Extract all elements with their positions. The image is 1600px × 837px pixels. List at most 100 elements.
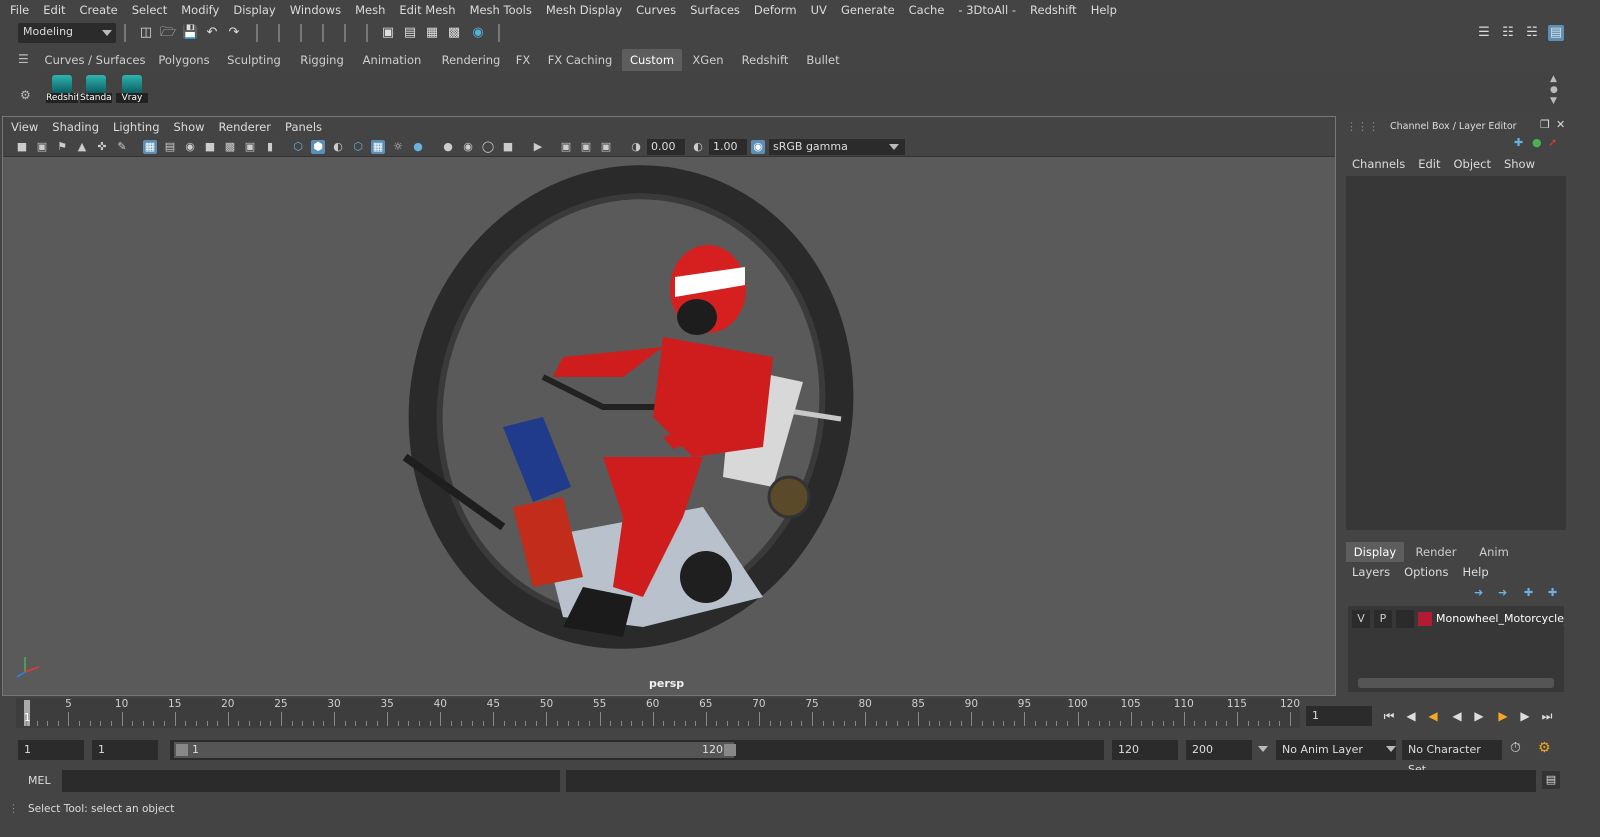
time-slider[interactable]: 1 5 10 15 20 25 30 35 40 45 50 55 60 65 70 75 80 85 90 95 1… <box>16 698 1300 728</box>
depth-of-field-icon[interactable]: ■ <box>501 140 515 154</box>
layer-tab-anim[interactable]: Anim <box>1468 542 1520 562</box>
layer-color-swatch[interactable] <box>1418 612 1432 626</box>
shelf-tab-polygons[interactable]: Polygons <box>152 49 216 71</box>
default-lighting-icon[interactable]: ◐ <box>331 140 345 154</box>
menu-deform[interactable]: Deform <box>754 3 797 17</box>
gamma-icon[interactable]: ◐ <box>691 140 705 154</box>
move-layer-down-icon[interactable]: ➜ <box>1498 586 1507 599</box>
go-to-start-icon[interactable]: ⏮ <box>1380 708 1398 724</box>
axis-toggle-icon[interactable]: ✚ <box>1514 136 1523 149</box>
field-chart-icon[interactable]: ▩ <box>223 140 237 154</box>
bookmark-icon[interactable]: ⚑ <box>55 140 69 154</box>
attribute-editor-icon[interactable]: ☷ <box>1500 25 1516 41</box>
create-layer-from-selection-icon[interactable]: ✚ <box>1548 586 1557 599</box>
shelf-tab-custom[interactable]: Custom <box>622 49 682 71</box>
menu-curves[interactable]: Curves <box>636 3 676 17</box>
exposure-field[interactable]: 0.00 <box>647 139 685 155</box>
menu-file[interactable]: File <box>10 3 29 17</box>
start-time-field[interactable]: 1 <box>18 740 84 760</box>
panel-menu-show[interactable]: Show <box>174 120 205 134</box>
shelf-button-standard[interactable]: Standar <box>80 75 112 107</box>
color-space-select[interactable]: sRGB gamma <box>769 139 905 155</box>
range-slider-bar[interactable] <box>174 742 734 758</box>
step-forward-key-icon[interactable]: ▶ <box>1494 708 1512 724</box>
camera-attributes-icon[interactable]: ▣ <box>35 140 49 154</box>
script-editor-icon[interactable]: ▤ <box>1542 771 1560 789</box>
anti-aliasing-icon[interactable]: ◯ <box>481 140 495 154</box>
redo-icon[interactable]: ↷ <box>226 25 242 41</box>
gate-mask-icon[interactable]: ■ <box>203 140 217 154</box>
menu-mesh[interactable]: Mesh <box>355 3 385 17</box>
layer-tab-render[interactable]: Render <box>1406 542 1466 562</box>
menu-redshift[interactable]: Redshift <box>1030 3 1077 17</box>
safe-title-icon[interactable]: ▮ <box>263 140 277 154</box>
render-settings-icon[interactable]: ▩ <box>446 25 462 41</box>
layer-menu-help[interactable]: Help <box>1462 565 1488 579</box>
exposure-icon[interactable]: ◑ <box>629 140 643 154</box>
playback-start-field[interactable]: 1 <box>92 740 158 760</box>
layer-visibility-toggle[interactable]: V <box>1352 610 1370 628</box>
save-scene-icon[interactable]: 💾 <box>182 25 198 41</box>
animation-preferences-icon[interactable]: ⚙ <box>1538 740 1551 756</box>
anim-layer-select[interactable]: No Anim Layer <box>1276 740 1396 760</box>
viewport-3d[interactable] <box>3 157 1335 695</box>
create-empty-layer-icon[interactable]: ✚ <box>1524 586 1533 599</box>
layer-playback-toggle[interactable]: P <box>1374 610 1392 628</box>
film-gate-icon[interactable]: ▤ <box>163 140 177 154</box>
ambient-occlusion-icon[interactable]: ● <box>441 140 455 154</box>
step-back-key-icon[interactable]: ◀ <box>1424 708 1442 724</box>
layer-row[interactable]: V P Monowheel_Motorcycle_ <box>1350 610 1564 628</box>
two-d-pan-icon[interactable]: ✜ <box>95 140 109 154</box>
auto-key-icon[interactable]: ⏱ <box>1510 740 1521 756</box>
float-panel-icon[interactable]: ❐ <box>1540 118 1550 131</box>
move-layer-up-icon[interactable]: ➜ <box>1474 586 1483 599</box>
chevron-down-icon[interactable] <box>1386 746 1396 752</box>
layer-type-toggle[interactable] <box>1396 610 1414 628</box>
resolution-gate-icon[interactable]: ◉ <box>183 140 197 154</box>
shelf-scrollbar[interactable]: ▲ ● ▼ <box>1550 74 1560 108</box>
safe-action-icon[interactable]: ▣ <box>243 140 257 154</box>
shadows-icon[interactable]: ● <box>411 140 425 154</box>
render-view-icon[interactable]: ▣ <box>380 25 396 41</box>
shelf-tab-rendering[interactable]: Rendering <box>434 49 508 71</box>
panel-menu-panels[interactable]: Panels <box>285 120 322 134</box>
drag-handle-icon[interactable]: ⋮⋮⋮ <box>1346 120 1379 133</box>
shelf-button-redshift[interactable]: Redshif <box>46 75 78 107</box>
panel-menu-lighting[interactable]: Lighting <box>113 120 159 134</box>
shelf-tab-sculpting[interactable]: Sculpting <box>222 49 286 71</box>
shelf-tab-xgen[interactable]: XGen <box>686 49 730 71</box>
open-scene-icon[interactable]: 🗁 <box>160 25 176 41</box>
layer-tab-display[interactable]: Display <box>1346 542 1404 562</box>
menu-uv[interactable]: UV <box>811 3 827 17</box>
channel-menu-object[interactable]: Object <box>1454 157 1491 171</box>
channel-list[interactable] <box>1346 176 1566 530</box>
xray-components-icon[interactable]: ▣ <box>599 140 613 154</box>
mode-selector[interactable]: Modeling <box>18 23 116 43</box>
menu-3dtoall[interactable]: - 3DtoAll - <box>958 3 1016 17</box>
modeling-toolkit-icon[interactable]: ☰ <box>1476 25 1492 41</box>
play-forwards-icon[interactable]: ▶ <box>1470 708 1488 724</box>
image-plane-icon[interactable]: ▲ <box>75 140 89 154</box>
menu-mesh-display[interactable]: Mesh Display <box>546 3 622 17</box>
shelf-tab-fx[interactable]: FX <box>512 49 534 71</box>
menu-create[interactable]: Create <box>80 3 118 17</box>
motion-blur-icon[interactable]: ◉ <box>461 140 475 154</box>
camera-icon[interactable]: ■ <box>15 140 29 154</box>
menu-mesh-tools[interactable]: Mesh Tools <box>470 3 532 17</box>
range-end-handle[interactable] <box>724 744 736 756</box>
channel-menu-edit[interactable]: Edit <box>1418 157 1440 171</box>
grease-pencil-icon[interactable]: ✎ <box>115 140 129 154</box>
isolate-select-icon[interactable]: ▶ <box>531 140 545 154</box>
manipulator-icon[interactable]: ● <box>1532 136 1542 149</box>
shelf-tab-rigging[interactable]: Rigging <box>292 49 352 71</box>
speed-icon[interactable]: ➚ <box>1548 136 1557 149</box>
character-set-select[interactable]: No Character Set <box>1402 740 1502 776</box>
wireframe-on-shaded-icon[interactable]: ⬡ <box>351 140 365 154</box>
color-management-icon[interactable]: ◉ <box>751 140 765 154</box>
menu-edit-mesh[interactable]: Edit Mesh <box>399 3 455 17</box>
grid-icon[interactable]: ▦ <box>143 140 157 154</box>
gamma-field[interactable]: 1.00 <box>709 139 747 155</box>
gear-icon[interactable]: ⚙ <box>20 88 36 104</box>
current-frame-field[interactable]: 1 <box>1306 706 1372 726</box>
menu-help[interactable]: Help <box>1091 3 1117 17</box>
